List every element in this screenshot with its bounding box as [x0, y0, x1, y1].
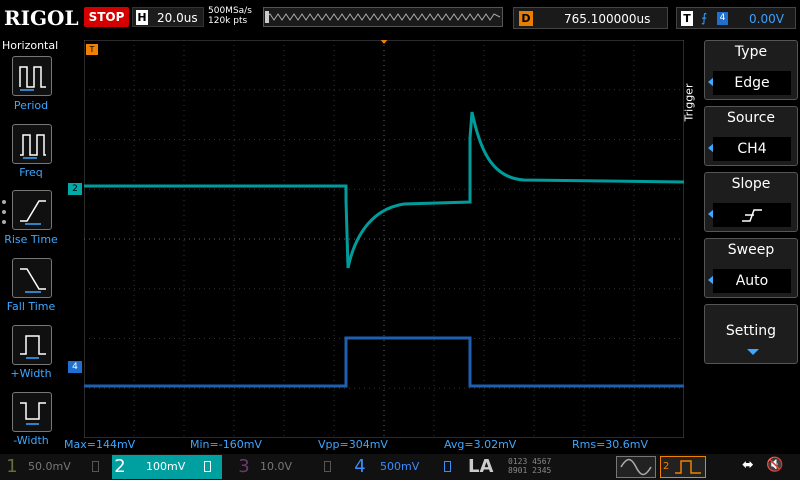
horizontal-label: H [136, 10, 148, 25]
logic-analyzer-channels[interactable]: 0123 4567 8901 2345 [508, 457, 551, 475]
fall-time-icon [20, 268, 46, 293]
menu-title: Trigger [682, 83, 696, 122]
trigger-top-marker[interactable]: T [86, 44, 98, 55]
channel-3-box[interactable]: 3 10.0V [236, 455, 340, 479]
delay-display[interactable]: D 765.100000us [513, 7, 668, 29]
freq-icon [20, 134, 46, 159]
trigger-menu: Trigger Type Edge Source CH4 Slope Sweep… [682, 36, 800, 454]
period-button[interactable] [12, 56, 52, 96]
negative-width-button[interactable] [12, 392, 52, 432]
positive-width-label: +Width [10, 367, 52, 380]
channel-4-box[interactable]: 4 500mV [352, 455, 462, 479]
generator-1-button[interactable] [616, 456, 656, 478]
rise-time-button[interactable] [12, 190, 52, 230]
memory-overview-waveform [265, 11, 501, 23]
freq-button[interactable] [12, 124, 52, 164]
rising-edge-icon [742, 209, 762, 222]
freq-label: Freq [19, 166, 43, 179]
delay-label: D [519, 11, 533, 26]
trigger-label: T [681, 11, 693, 26]
fall-time-label: Fall Time [6, 300, 56, 313]
channel-3-scale: 10.0V [260, 460, 293, 473]
memory-depth: 120k pts [208, 16, 248, 26]
trigger-level: 0.00V [749, 12, 784, 26]
negative-width-label: -Width [13, 434, 49, 447]
channel-2-box[interactable]: 2 100mV [112, 455, 222, 479]
sample-info: 500MSa/s 120k pts [208, 6, 252, 26]
fall-time-button[interactable] [12, 258, 52, 298]
measure-max: Max=144mV [64, 438, 136, 451]
rise-time-icon [20, 200, 46, 225]
channel-1-box[interactable]: 1 50.0mV [4, 455, 108, 479]
logic-analyzer-label[interactable]: LA [468, 456, 493, 477]
top-status-bar: RIGOL STOP H 20.0us 500MSa/s 120k pts D … [0, 0, 800, 36]
positive-width-icon [20, 335, 46, 359]
timebase-value: 20.0us [157, 11, 198, 25]
trigger-display[interactable]: T ⨍ 4 0.00V [676, 7, 796, 29]
menu-sweep[interactable]: Sweep Auto [704, 238, 798, 298]
ch2-offset-marker[interactable]: 2 [68, 183, 82, 195]
usb-icon: ⬌ [742, 457, 754, 473]
waveform-memory-bar[interactable] [263, 7, 503, 27]
sine-wave-icon [620, 458, 652, 476]
trigger-source-badge: 4 [717, 12, 728, 25]
timebase-display[interactable]: H 20.0us [132, 7, 204, 27]
bottom-channel-bar: 1 50.0mV 2 100mV 3 10.0V 4 500mV LA 0123… [0, 454, 800, 480]
menu-type[interactable]: Type Edge [704, 40, 798, 100]
generator-2-button[interactable]: 2 [660, 456, 706, 478]
channel-4-scale: 500mV [380, 460, 420, 473]
channel-2-scale: 100mV [146, 460, 186, 473]
down-arrow-icon [747, 349, 759, 355]
measure-rms: Rms=30.6mV [572, 438, 649, 451]
waveform-display[interactable] [84, 40, 684, 438]
measure-vpp: Vpp=304mV [318, 438, 388, 451]
measure-avg: Avg=3.02mV [444, 438, 517, 451]
rising-edge-icon: ⨍ [701, 11, 708, 25]
period-icon [19, 66, 46, 91]
channel-1-scale: 50.0mV [28, 460, 71, 473]
run-stop-button[interactable]: STOP [84, 7, 129, 27]
measure-sidebar: Horizontal Period Freq Rise Time Fall Ti… [0, 36, 62, 454]
page-dots [2, 200, 8, 230]
square-wave-icon [675, 460, 701, 474]
negative-width-icon [20, 402, 46, 425]
measurement-row: Max=144mV Min=-160mV Vpp=304mV Avg=3.02m… [62, 438, 686, 452]
sample-rate: 500MSa/s [208, 6, 252, 16]
measure-min: Min=-160mV [190, 438, 262, 451]
menu-source[interactable]: Source CH4 [704, 106, 798, 166]
ch4-offset-marker[interactable]: 4 [68, 361, 82, 373]
menu-slope[interactable]: Slope [704, 172, 798, 232]
speaker-muted-icon[interactable]: 🔇 [766, 457, 783, 473]
rise-time-label: Rise Time [4, 233, 58, 246]
sidebar-title: Horizontal [2, 39, 59, 52]
period-label: Period [13, 99, 49, 112]
menu-setting[interactable]: Setting [704, 304, 798, 364]
positive-width-button[interactable] [12, 325, 52, 365]
delay-value: 765.100000us [564, 12, 651, 26]
rigol-logo: RIGOL [4, 6, 79, 30]
